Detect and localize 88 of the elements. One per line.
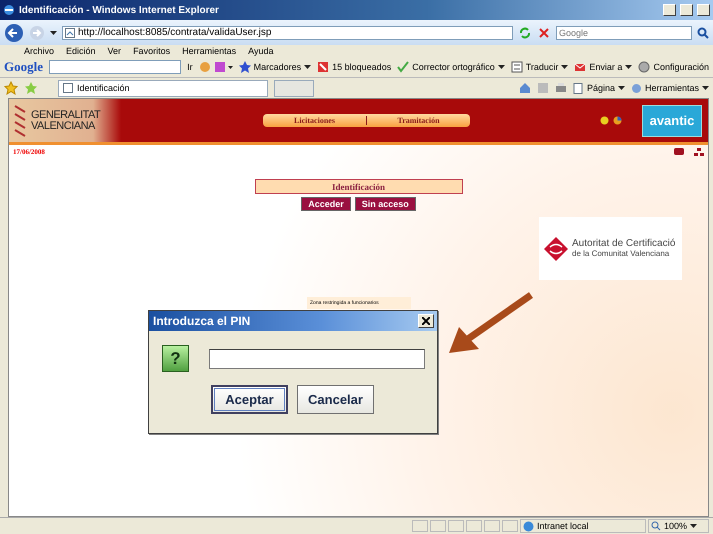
menu-item[interactable]: Favoritos — [133, 46, 170, 56]
sitemap-icon[interactable] — [694, 148, 704, 156]
toolbar-button[interactable]: Configuración — [638, 61, 709, 73]
caret-icon — [690, 524, 698, 528]
printer-icon[interactable] — [554, 82, 567, 94]
home-icon[interactable] — [518, 82, 531, 94]
toolbar-button[interactable]: Corrector ortográfico — [397, 61, 505, 73]
window-title: Identificación - Windows Internet Explorer — [19, 4, 220, 16]
toolbar-label: 15 bloqueados — [332, 62, 392, 72]
ball-icon — [600, 116, 609, 125]
toolbar-button[interactable]: 15 bloqueados — [317, 61, 392, 73]
status-pane — [484, 520, 500, 532]
browser-tab[interactable]: Identificación — [58, 80, 268, 96]
toolbar-button[interactable]: Traducir — [510, 61, 568, 73]
close-button[interactable] — [697, 4, 710, 16]
menu-item[interactable]: Ver — [108, 46, 122, 56]
command-label: Página — [586, 83, 615, 93]
search-icon[interactable] — [697, 26, 709, 38]
toolbar-label: Marcadores — [254, 62, 302, 72]
caret-icon — [702, 86, 709, 90]
logo-text: Autoritat de Certificació — [572, 238, 676, 248]
status-pane — [448, 520, 464, 532]
command-button[interactable]: Herramientas — [630, 82, 709, 94]
dialog-button[interactable]: Aceptar — [211, 385, 288, 414]
page-icon — [572, 82, 584, 94]
menu-item[interactable]: Archivo — [24, 46, 54, 56]
question-icon: ? — [162, 345, 189, 372]
zone-label: Intranet local — [537, 521, 589, 531]
nav-link[interactable]: Licitaciones — [263, 116, 366, 125]
url-text: http://localhost:8085/contrata/validaUser.jsp — [78, 27, 272, 38]
refresh-icon[interactable] — [518, 26, 532, 40]
status-pane — [466, 520, 482, 532]
google-logo: Google — [4, 59, 43, 75]
search-field[interactable]: Google — [556, 26, 692, 40]
status-pane — [502, 520, 518, 532]
caret-icon — [618, 86, 625, 90]
status-pane — [412, 520, 428, 532]
zoom-control[interactable]: 100% — [648, 519, 709, 533]
diamond-logo-icon — [543, 236, 569, 262]
page-icon — [63, 83, 73, 93]
status-pane — [430, 520, 446, 532]
toolbar-button[interactable]: Enviar a — [574, 61, 632, 73]
address-field[interactable]: http://localhost:8085/contrata/validaUser.jsp — [62, 26, 513, 40]
dialog-title: Introduzca el PIN — [153, 314, 252, 328]
caret-icon — [561, 65, 568, 69]
toolbar-label: Traducir — [526, 62, 558, 72]
maximize-button[interactable] — [680, 4, 693, 16]
command-button[interactable]: Página — [572, 82, 625, 94]
caret-icon — [304, 65, 312, 69]
zoom-label: 100% — [664, 521, 688, 531]
coat-of-arms-icon — [13, 104, 27, 138]
toolbar-label: Configuración — [653, 62, 709, 72]
logo-text: de la Comunitat Valenciana — [572, 248, 670, 258]
favorites-star-icon[interactable] — [4, 81, 18, 95]
page-icon — [65, 28, 75, 38]
close-icon — [422, 317, 430, 325]
star-icon — [238, 61, 251, 73]
caret-icon — [625, 65, 632, 69]
stop-icon[interactable] — [537, 26, 551, 40]
tab-label: Identificación — [77, 83, 130, 93]
ball-icon — [613, 116, 622, 125]
menu-item[interactable]: Herramientas — [182, 46, 236, 56]
avantic-logo: avantic — [642, 104, 702, 136]
login-title: Identificación — [254, 179, 462, 194]
login-button[interactable]: Sin acceso — [354, 197, 416, 211]
logo-text: GENERALITAT — [31, 110, 100, 120]
command-label: Herramientas — [644, 83, 699, 93]
translate-icon — [510, 61, 523, 73]
toolbar-label: Corrector ortográfico — [412, 62, 495, 72]
caret-icon — [498, 65, 505, 69]
go-button[interactable]: Ir — [187, 62, 193, 72]
back-icon[interactable] — [4, 22, 24, 42]
google-search-field[interactable] — [49, 60, 182, 74]
toolbar-label: Enviar a — [589, 62, 622, 72]
caret-icon[interactable] — [50, 30, 57, 34]
check-icon — [397, 61, 410, 73]
blocked-icon — [317, 61, 330, 73]
dialog-button[interactable]: Cancelar — [297, 385, 374, 414]
pin-field[interactable] — [209, 348, 425, 368]
menu-item[interactable]: Ayuda — [248, 46, 274, 56]
menu-item[interactable]: Edición — [66, 46, 96, 56]
login-button[interactable]: Acceder — [301, 197, 351, 211]
nav-link[interactable]: Tramitación — [367, 116, 470, 125]
toolbar-button[interactable]: Marcadores — [238, 61, 312, 73]
magnifier-icon — [651, 521, 661, 531]
close-button[interactable] — [418, 314, 434, 328]
logo-text: VALENCIANA — [31, 120, 96, 132]
minimize-button[interactable] — [663, 4, 676, 16]
